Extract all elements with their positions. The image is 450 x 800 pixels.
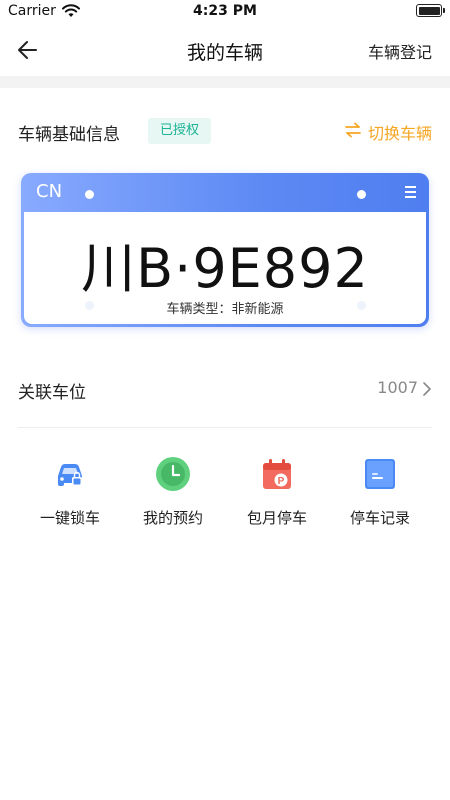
monthly-parking-button[interactable]: P 包月停车 bbox=[221, 456, 333, 528]
plate-face: 川B·9E892 车辆类型：非新能源 bbox=[24, 212, 426, 324]
section-divider bbox=[0, 76, 450, 88]
clock-icon bbox=[155, 456, 191, 492]
switch-vehicle-button[interactable]: 切换车辆 bbox=[344, 120, 432, 144]
vehicle-register-button[interactable]: 车辆登记 bbox=[368, 39, 432, 63]
linked-parking-label: 关联车位 bbox=[18, 383, 86, 403]
plate-rivet-left bbox=[85, 190, 94, 199]
vehicle-info-label: 车辆基础信息 bbox=[18, 125, 120, 145]
one-click-lock-label: 一键锁车 bbox=[39, 509, 100, 527]
car-lock-icon bbox=[52, 456, 88, 492]
clock-time: 4:23 PM bbox=[193, 3, 257, 19]
my-reservation-label: 我的预约 bbox=[142, 509, 203, 527]
navigation-bar: 我的车辆 车辆登记 bbox=[0, 24, 450, 76]
vehicle-info-header: 车辆基础信息 已授权 切换车辆 bbox=[18, 118, 432, 146]
record-icon bbox=[362, 456, 398, 492]
linked-parking-row[interactable]: 关联车位 1007 bbox=[18, 364, 432, 428]
battery-icon bbox=[416, 4, 445, 17]
plate-rivet-right bbox=[357, 190, 366, 199]
parking-record-button[interactable]: 停车记录 bbox=[324, 456, 436, 528]
menu-icon bbox=[405, 186, 416, 200]
chevron-right-icon bbox=[422, 381, 432, 397]
plate-number: 川B·9E892 bbox=[81, 237, 369, 300]
country-code: CN bbox=[36, 181, 63, 202]
status-bar: Carrier 4:23 PM bbox=[0, 0, 450, 24]
my-reservation-button[interactable]: 我的预约 bbox=[117, 456, 229, 528]
one-click-lock-button[interactable]: 一键锁车 bbox=[14, 456, 126, 528]
authorized-badge: 已授权 bbox=[148, 118, 212, 144]
parking-space-number: 1007 bbox=[377, 378, 418, 397]
svg-text:P: P bbox=[278, 476, 285, 487]
parking-record-label: 停车记录 bbox=[349, 509, 410, 527]
swap-arrows-icon bbox=[344, 122, 362, 142]
switch-vehicle-label: 切换车辆 bbox=[367, 124, 432, 143]
license-plate-card[interactable]: CN 川B·9E892 车辆类型：非新能源 bbox=[21, 173, 429, 327]
action-grid: 一键锁车 我的预约 P 包月停车 停车记录 bbox=[0, 456, 450, 536]
monthly-parking-label: 包月停车 bbox=[246, 509, 307, 527]
calendar-parking-icon: P bbox=[259, 456, 295, 492]
vehicle-type: 车辆类型：非新能源 bbox=[166, 302, 284, 317]
